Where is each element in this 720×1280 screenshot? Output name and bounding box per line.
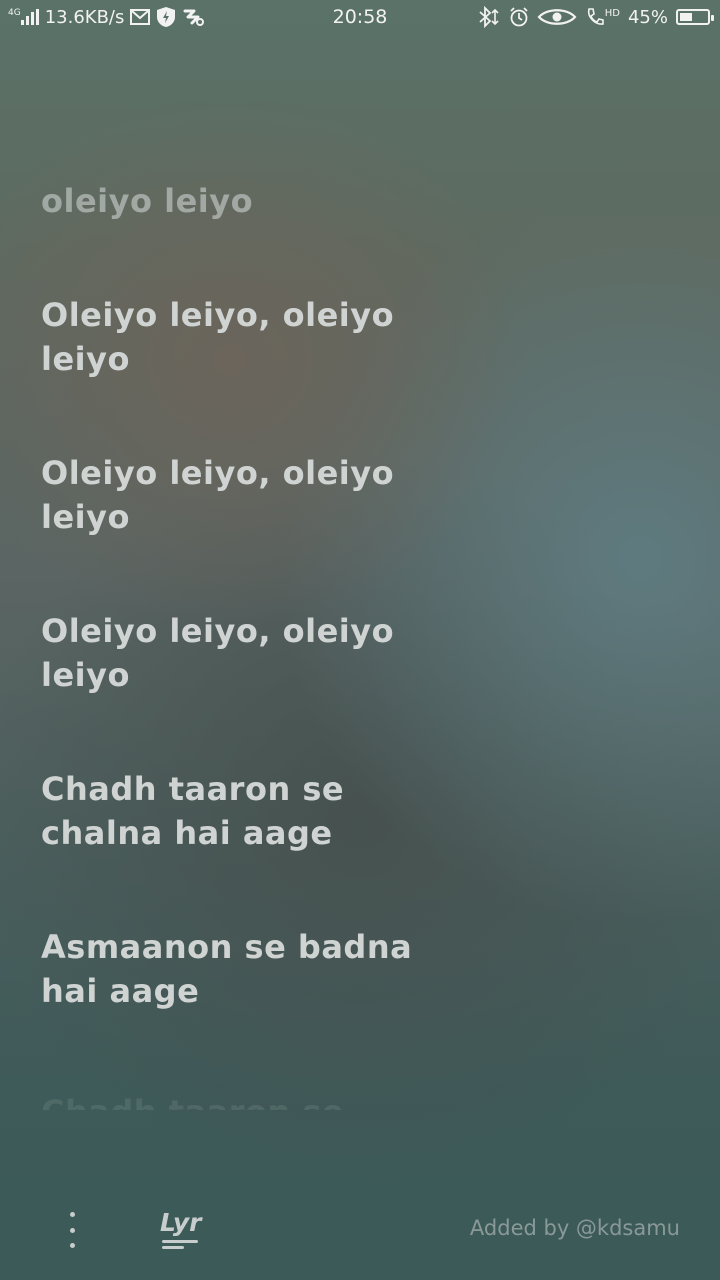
lyric-line: Chadh taaron se	[41, 1090, 461, 1110]
battery-level-fill	[680, 13, 692, 21]
lyr-label: Lyr	[160, 1208, 202, 1237]
bluetooth-icon	[477, 6, 501, 28]
status-right: HD 45%	[477, 6, 714, 28]
lyr-logo-button[interactable]: Lyr	[160, 1208, 202, 1249]
call-hd-badge: HD	[604, 7, 620, 19]
bottom-bar: Lyr Added by @kdsamu	[0, 1196, 720, 1266]
lyric-line: Oleiyo leiyo, oleiyo leiyo	[41, 296, 395, 378]
eye-icon	[537, 7, 577, 27]
lyr-underline	[162, 1240, 198, 1243]
alarm-icon	[509, 7, 529, 27]
battery-percent: 45%	[627, 6, 668, 28]
dot	[69, 1243, 75, 1248]
more-options-button[interactable]	[62, 1212, 82, 1248]
lyric-line: Oleiyo leiyo, oleiyo leiyo	[41, 612, 395, 694]
lyric-line: Chadh taaron se chalna hai aage	[41, 770, 345, 852]
dot	[69, 1227, 75, 1233]
lyric-line: oleiyo leiyo	[41, 182, 254, 220]
battery-icon	[676, 9, 714, 25]
call-hd-icon: HD	[585, 7, 620, 27]
dot	[69, 1212, 75, 1217]
credit-text: Added by @kdsamu	[469, 1216, 680, 1240]
status-bar: 4G 13.6KB/s 20:58 HD 45%	[0, 0, 720, 36]
lyric-line: Asmaanon se badna hai aage	[41, 928, 413, 1010]
lyr-underline-short	[162, 1246, 184, 1249]
lyric-line: Oleiyo leiyo, oleiyo leiyo	[41, 454, 395, 536]
